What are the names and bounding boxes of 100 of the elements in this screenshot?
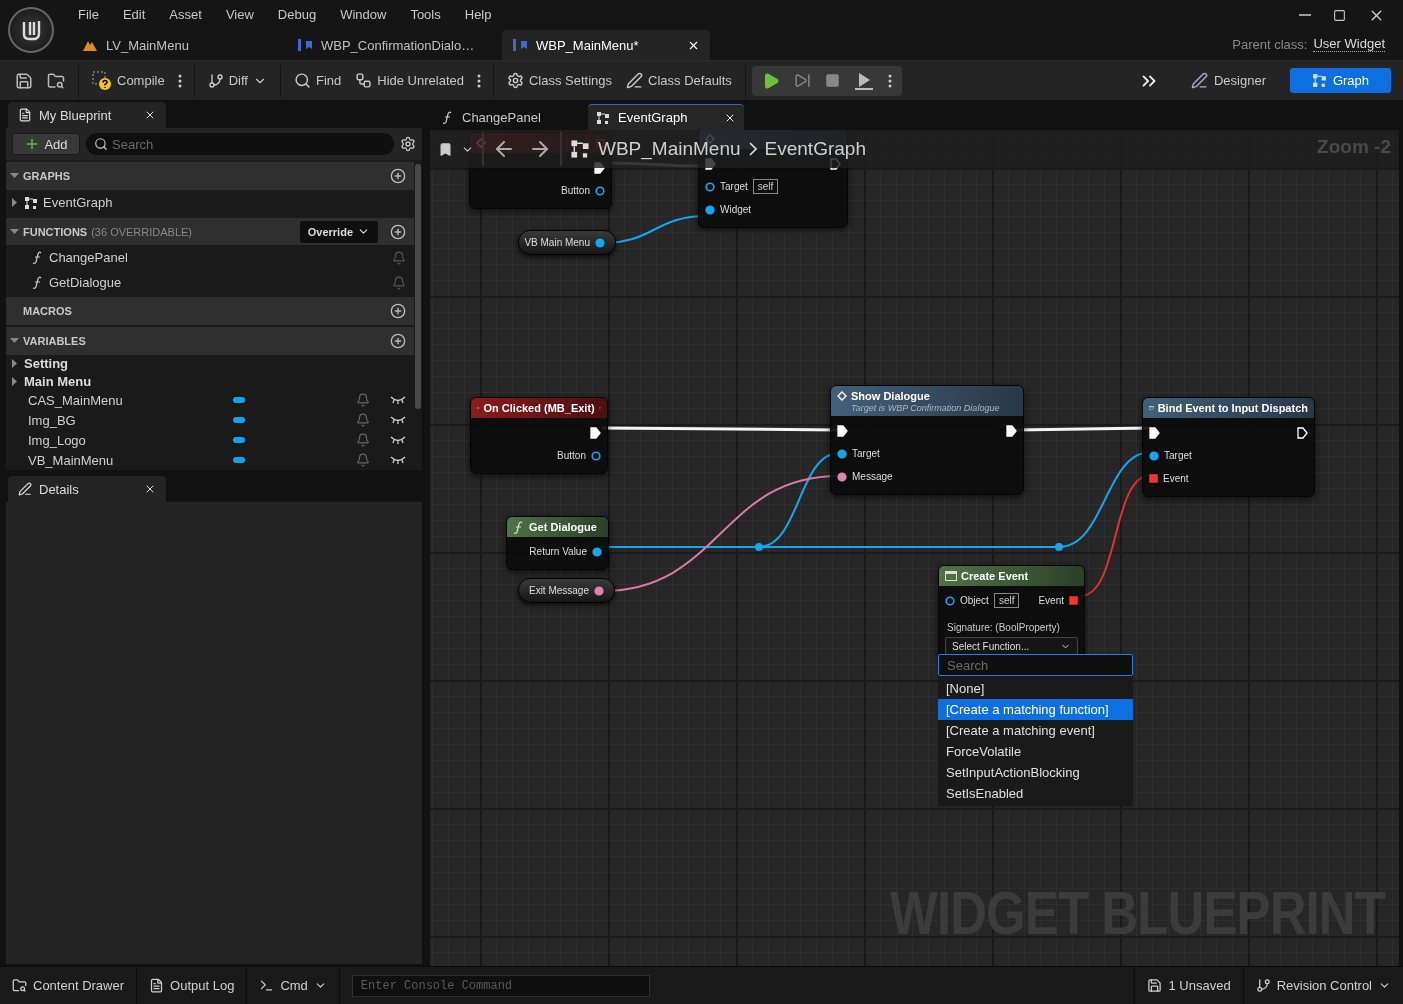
type-pill-icon — [233, 397, 245, 404]
pin-label: Widget — [720, 204, 752, 215]
graph-node[interactable]: Show Dialogue Target is WBP Confirmation Dialogue Target Message — [830, 385, 1024, 495]
document-tab[interactable]: WBP_MainMenu* — [502, 30, 710, 60]
search-icon — [293, 72, 311, 89]
search-field[interactable]: Search — [86, 133, 394, 155]
category-item[interactable]: Setting — [6, 354, 414, 373]
closed-eye-icon — [390, 416, 406, 425]
menu-item[interactable]: Tools — [398, 6, 453, 22]
dropdown-option[interactable]: [Create a matching event] — [938, 720, 1133, 741]
engine-logo[interactable] — [8, 7, 54, 53]
variable-item[interactable]: Img_Logo — [6, 430, 414, 451]
diff-button[interactable]: Diff — [200, 64, 274, 97]
status-button[interactable]: Revision Control — [1242, 967, 1403, 1004]
section-header[interactable]: MACROS — [6, 297, 414, 325]
graph-node[interactable]: Bind Event to Input Dispatch Target Event — [1142, 397, 1315, 497]
graph-node[interactable]: Get Dialogue Return Value — [506, 516, 609, 570]
bell-icon — [356, 453, 370, 468]
graph-node[interactable]: On Clicked (MB_Exit) Button — [470, 397, 608, 474]
variable-item[interactable]: Img_BG — [6, 410, 414, 431]
variable-item[interactable]: VB_MainMenu — [6, 450, 414, 470]
more-icon — [177, 73, 182, 88]
class-settings-button[interactable]: Class Settings — [499, 64, 620, 97]
pin-label: Object — [960, 595, 989, 606]
menu-item[interactable]: Edit — [110, 6, 158, 22]
menu-item[interactable]: View — [213, 6, 266, 22]
bell-icon — [392, 275, 406, 290]
dropdown-option[interactable]: ForceVolatile — [938, 741, 1133, 762]
dropdown-option[interactable]: [None] — [938, 678, 1133, 699]
mode-button[interactable]: Designer — [1178, 68, 1278, 93]
menu-item[interactable]: Debug — [265, 6, 329, 22]
close-icon — [144, 109, 156, 121]
find-button[interactable]: Find — [286, 64, 349, 97]
graph-tab[interactable]: EventGraph — [588, 104, 744, 130]
parent-class-link[interactable]: User Widget — [1313, 36, 1385, 52]
settings-icon — [400, 136, 416, 152]
close-icon — [144, 483, 156, 495]
graph-tab[interactable]: ChangePanel — [434, 104, 584, 130]
section-header[interactable]: GRAPHS — [6, 162, 414, 190]
collapse-arrow-icon — [10, 171, 19, 181]
status-button[interactable]: Cmd — [247, 967, 340, 1004]
closed-eye-icon — [390, 436, 406, 445]
dropdown-option[interactable]: [Create a matching function] — [938, 699, 1133, 720]
dropdown-option[interactable]: SetIsEnabled — [938, 783, 1133, 804]
dropdown-search-field[interactable]: Search — [938, 654, 1133, 676]
default-value-field[interactable]: self — [993, 593, 1020, 608]
bell-icon — [392, 250, 406, 265]
class-defaults-button[interactable]: Class Defaults — [619, 64, 739, 97]
add-button[interactable]: Add — [12, 133, 80, 155]
window-icon — [945, 571, 957, 581]
menu-item[interactable]: Asset — [157, 6, 214, 22]
function-item[interactable]: ChangePanel — [6, 245, 414, 271]
function-icon — [32, 276, 44, 290]
graph-canvas[interactable] — [430, 130, 1399, 966]
category-item[interactable]: Main Menu — [6, 372, 414, 391]
compile-button[interactable]: Compile — [85, 64, 172, 97]
scrollbar[interactable] — [415, 164, 421, 409]
graph-item[interactable]: EventGraph — [6, 189, 414, 216]
bell-icon — [356, 413, 370, 428]
console-input[interactable]: Enter Console Command — [351, 974, 650, 997]
document-tab[interactable]: LV_MainMenu — [72, 30, 287, 60]
pencil-icon — [18, 482, 32, 496]
graph-icon — [596, 110, 610, 125]
status-button[interactable]: 1 Unsaved — [1134, 967, 1243, 1004]
widget-blueprint-icon — [512, 38, 528, 52]
bookmark-icon — [438, 141, 453, 157]
bell-icon — [356, 433, 370, 448]
node-title: Show Dialogue — [851, 390, 930, 402]
panel-tab[interactable]: My Blueprint — [8, 102, 166, 128]
add-circle-icon — [390, 303, 406, 319]
nodes-icon — [355, 72, 373, 89]
variable-item[interactable]: CAS_MainMenu — [6, 390, 414, 411]
variable-node[interactable]: VB Main Menu — [518, 230, 616, 255]
menu-item[interactable]: File — [66, 6, 111, 22]
override-dropdown[interactable]: Override — [299, 220, 378, 243]
reroute-knot[interactable] — [755, 543, 763, 551]
type-pill-icon — [233, 417, 245, 424]
panel-tab[interactable]: Details — [8, 476, 166, 502]
mode-button[interactable]: Graph — [1290, 68, 1391, 93]
function-select-dropdown[interactable]: Select Function... — [945, 637, 1078, 655]
pin-label: Event — [1163, 473, 1189, 484]
skip-forward-icon — [793, 72, 811, 89]
hide-unrelated-button[interactable]: Hide Unrelated — [348, 64, 471, 97]
maximize-icon — [1333, 8, 1346, 22]
default-value-field[interactable]: self — [752, 179, 779, 194]
pin-label: Target — [720, 181, 748, 192]
function-icon — [442, 111, 454, 124]
function-item[interactable]: GetDialogue — [6, 270, 414, 296]
section-header[interactable]: FUNCTIONS (36 OVERRIDABLE) Override — [6, 217, 414, 246]
node-title: On Clicked (MB_Exit) — [483, 402, 595, 414]
dropdown-option[interactable]: SetInputActionBlocking — [938, 762, 1133, 783]
status-button[interactable]: Content Drawer — [0, 967, 138, 1004]
menu-item[interactable]: Window — [328, 6, 399, 22]
status-button[interactable]: Output Log — [137, 967, 248, 1004]
add-circle-icon — [390, 167, 406, 184]
document-tab[interactable]: WBP_ConfirmationDialo… — [287, 30, 502, 60]
reroute-knot[interactable] — [1055, 543, 1063, 551]
menu-item[interactable]: Help — [452, 6, 504, 22]
variable-node[interactable]: Exit Message — [518, 578, 615, 603]
section-header[interactable]: VARIABLES — [6, 326, 414, 355]
